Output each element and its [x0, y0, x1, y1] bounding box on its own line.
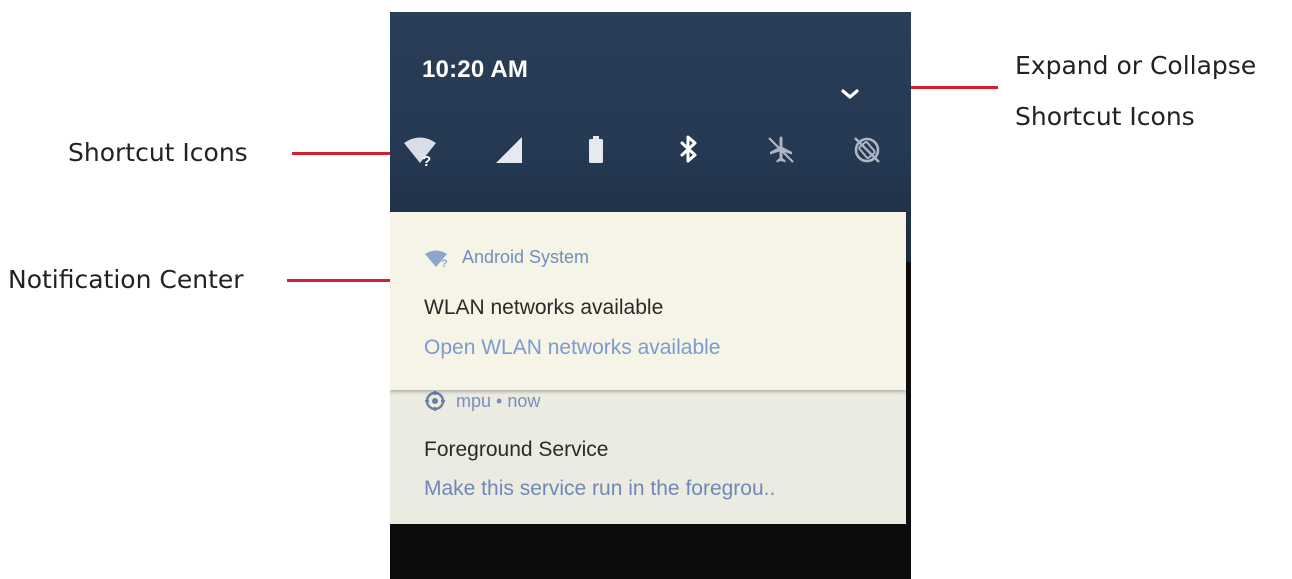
notification-card-wlan[interactable]: ? Android System WLAN networks available… [390, 212, 906, 390]
svg-text:?: ? [422, 153, 431, 170]
quick-settings-row: ? [390, 130, 911, 170]
qs-tile-auto-rotate[interactable] [847, 130, 887, 170]
qs-tile-bluetooth[interactable] [669, 130, 709, 170]
notification-title: WLAN networks available [424, 296, 664, 319]
wifi-unknown-icon: ? [404, 137, 436, 170]
bluetooth-icon [680, 135, 697, 163]
battery-icon [589, 136, 603, 163]
notification-header: mpu • now [424, 390, 540, 412]
annotation-notification-center: Notification Center [8, 265, 244, 294]
expand-collapse-button[interactable] [838, 82, 862, 106]
annotation-expand-collapse-line1: Expand or Collapse [1015, 51, 1257, 80]
callout-line-notifications [287, 279, 397, 282]
notification-body: Make this service run in the foregrou.. [424, 477, 776, 500]
qs-tile-battery[interactable] [576, 130, 616, 170]
phone-screen: 10:20 AM ? ? Android System WLAN network… [390, 12, 911, 579]
notification-app-name: mpu • now [456, 390, 541, 411]
notification-body: Open WLAN networks available [424, 336, 721, 359]
svg-text:?: ? [441, 258, 448, 268]
status-bar-time: 10:20 AM [422, 56, 529, 83]
notification-app-name: Android System [462, 247, 590, 267]
notification-header: ? Android System [424, 247, 589, 268]
chevron-down-icon [841, 89, 859, 99]
notification-title: Foreground Service [424, 438, 609, 461]
wifi-unknown-icon: ? [425, 250, 448, 268]
annotation-expand-collapse-line2: Shortcut Icons [1015, 102, 1195, 131]
annotated-screenshot: Expand or Collapse Shortcut Icons Shortc… [0, 0, 1292, 579]
qs-tile-airplane[interactable] [761, 130, 801, 170]
app-icon [425, 391, 445, 411]
notification-card-foreground-service[interactable]: mpu • now Foreground Service Make this s… [390, 382, 906, 524]
cellular-signal-icon [496, 137, 522, 163]
auto-rotate-off-icon [854, 137, 880, 163]
annotation-shortcut-icons: Shortcut Icons [68, 138, 248, 167]
callout-line-shortcuts [292, 152, 402, 155]
qs-tile-cellular[interactable] [490, 130, 530, 170]
airplane-mode-off-icon [768, 136, 794, 163]
qs-tile-wifi[interactable]: ? [400, 130, 440, 170]
